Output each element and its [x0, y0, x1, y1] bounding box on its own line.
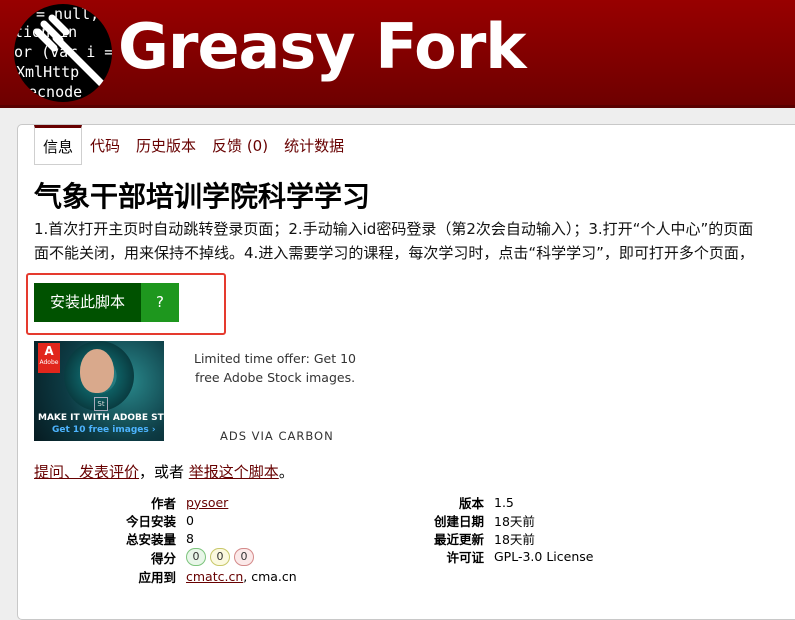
applies-to-label: 应用到 — [138, 569, 176, 585]
ad-text-link[interactable]: Limited time offer: Get 10 free Adobe St… — [180, 349, 370, 387]
greasy-fork-logo[interactable]: = null, tion in or (var i = 0 XmlHttp ec… — [14, 4, 112, 102]
license-row: 许可证 GPL-3.0 License — [398, 547, 593, 565]
script-stats-left: 作者 pysoer 今日安装 0 总安装量 8 得分 0 0 0 应用到 cma… — [34, 493, 297, 585]
author-row: 作者 pysoer — [34, 493, 297, 511]
adobe-logo-icon: A Adobe — [38, 343, 60, 373]
install-help-button[interactable]: ? — [141, 283, 180, 322]
tab-feedback[interactable]: 反馈 (0) — [204, 125, 276, 163]
script-tabs: 信息 代码 历史版本 反馈 (0) 统计数据 — [34, 125, 352, 165]
created-value: 18天前 — [494, 513, 535, 529]
feedback-separator: ，或者 — [139, 463, 189, 481]
author-link[interactable]: pysoer — [186, 495, 228, 510]
fork-icon — [34, 14, 108, 90]
script-info-card: 信息 代码 历史版本 反馈 (0) 统计数据 气象干部培训学院科学学习 1.首次… — [17, 124, 795, 620]
updated-row: 最近更新 18天前 — [398, 529, 593, 547]
ads-via-carbon-link[interactable]: ADS VIA CARBON — [220, 429, 334, 443]
updated-label: 最近更新 — [433, 531, 484, 547]
feedback-end: 。 — [278, 463, 294, 481]
daily-installs-value: 0 — [186, 512, 194, 528]
description-line: 1.首次打开主页时自动跳转登录页面；2.手动输入id密码登录（第2次会自动输入）… — [34, 220, 754, 238]
report-script-link[interactable]: 举报这个脚本 — [189, 463, 279, 481]
site-name[interactable]: Greasy Fork — [118, 2, 526, 92]
install-script-button[interactable]: 安装此脚本 — [34, 283, 142, 322]
applies-to-rest: , cma.cn — [243, 568, 297, 584]
daily-installs-row: 今日安装 0 — [34, 511, 297, 529]
install-button-group: 安装此脚本 ? — [34, 283, 180, 322]
daily-installs-label: 今日安装 — [125, 513, 176, 529]
adobe-logo-text: Adobe — [39, 359, 59, 366]
description-line: 面不能关闭，用来保持不掉线。4.进入需要学习的课程，每次学习时，点击“科学学习”… — [34, 244, 754, 262]
script-description: 1.首次打开主页时自动跳转登录页面；2.手动输入id密码登录（第2次会自动输入）… — [34, 217, 795, 265]
ad-face-shape — [80, 349, 114, 393]
tab-stats[interactable]: 统计数据 — [276, 125, 352, 163]
license-label: 许可证 — [446, 549, 484, 565]
script-title: 气象干部培训学院科学学习 — [34, 180, 371, 213]
adobe-stock-badge-icon: St — [94, 397, 108, 411]
ad-image-cta: Get 10 free images › — [52, 425, 156, 435]
script-stats-right: 版本 1.5 创建日期 18天前 最近更新 18天前 许可证 GPL-3.0 L… — [398, 493, 593, 565]
updated-value: 18天前 — [494, 531, 535, 547]
applies-to-link[interactable]: cmatc.cn — [186, 569, 243, 584]
applies-to-row: 应用到 cmatc.cn, cma.cn — [34, 567, 297, 585]
author-label: 作者 — [150, 495, 176, 511]
tab-code[interactable]: 代码 — [82, 125, 128, 163]
ratings-label: 得分 — [150, 550, 176, 566]
created-row: 创建日期 18天前 — [398, 511, 593, 529]
rating-ok-badge: 0 — [210, 548, 230, 566]
total-installs-row: 总安装量 8 — [34, 529, 297, 547]
ratings-row: 得分 0 0 0 — [34, 547, 297, 567]
license-value: GPL-3.0 License — [494, 548, 594, 564]
carbon-ad: AAdobe St MAKE IT WITH ADOBE STOCK. Get … — [34, 341, 374, 443]
version-value: 1.5 — [494, 494, 514, 510]
site-header: = null, tion in or (var i = 0 XmlHttp ec… — [0, 0, 795, 108]
ad-image-headline: MAKE IT WITH ADOBE STOCK. — [38, 413, 164, 423]
rating-bad-badge: 0 — [234, 548, 254, 566]
feedback-line: 提问、发表评价，或者 举报这个脚本。 — [34, 461, 294, 482]
rating-good-badge: 0 — [186, 548, 206, 566]
created-label: 创建日期 — [433, 513, 484, 529]
version-row: 版本 1.5 — [398, 493, 593, 511]
ad-image[interactable]: AAdobe St MAKE IT WITH ADOBE STOCK. Get … — [34, 341, 164, 441]
tab-history[interactable]: 历史版本 — [128, 125, 204, 163]
tab-info[interactable]: 信息 — [34, 125, 83, 165]
total-installs-label: 总安装量 — [125, 531, 176, 547]
ask-review-link[interactable]: 提问、发表评价 — [34, 463, 139, 481]
version-label: 版本 — [458, 495, 484, 511]
total-installs-value: 8 — [186, 530, 194, 546]
